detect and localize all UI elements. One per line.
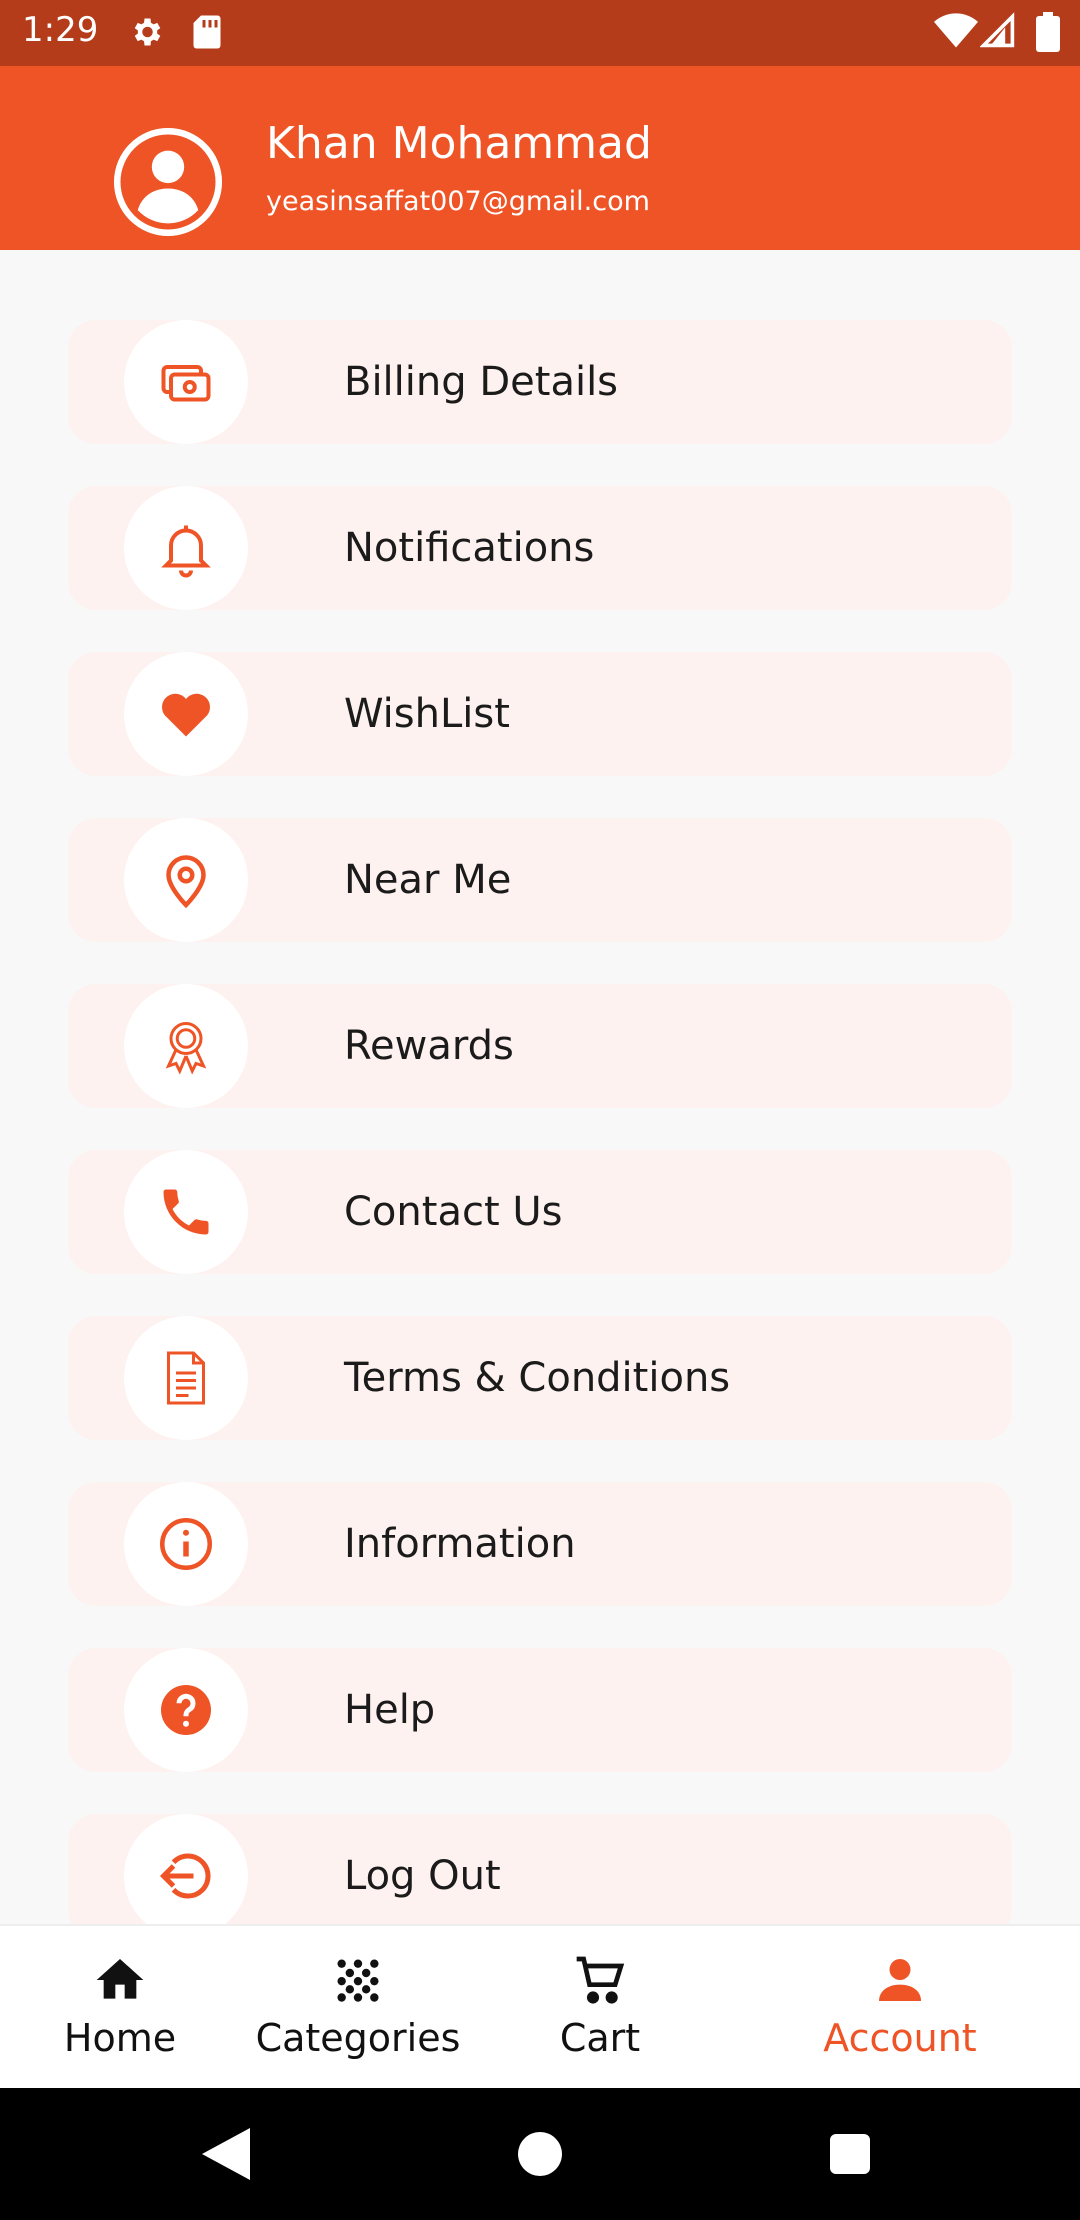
status-time: 1:29 [22,10,99,50]
system-nav-bar [0,2088,1080,2220]
menu-item-label: Billing Details [344,359,619,405]
bottom-nav: Home Categories Cart Account [0,1924,1080,2088]
menu-item-label: Log Out [344,1853,501,1899]
user-name: Khan Mohammad [266,118,652,169]
menu-item-label: WishList [344,691,510,737]
profile-header: Khan Mohammad yeasinsaffat007@gmail.com [0,66,1080,250]
award-ribbon-icon [165,1022,207,1075]
account-screen: 1:29 Khan Mohammad yeasinsaffat007@gmail… [0,0,1080,2220]
menu-item-billing-details[interactable]: Billing Details [68,320,1012,444]
back-icon[interactable] [202,2128,250,2180]
nav-label: Account [823,2016,977,2060]
menu-item-information[interactable]: Information [68,1482,1012,1606]
wifi-icon [934,13,978,48]
logout-icon [159,1853,211,1899]
home-circle-icon[interactable] [518,2132,562,2176]
menu-item-wishlist[interactable]: WishList [68,652,1012,776]
nav-item-cart[interactable]: Cart [520,1926,680,2090]
bell-icon [161,525,211,578]
document-icon [167,1351,205,1405]
menu-item-help[interactable]: Help [68,1648,1012,1772]
money-icon [161,365,211,402]
status-bar: 1:29 [0,0,1080,66]
menu-item-label: Information [344,1521,576,1567]
home-icon [96,1959,144,1999]
nav-item-home[interactable]: Home [40,1926,200,2090]
account-menu: Billing Details Notifications WishList N… [0,250,1080,1924]
avatar[interactable] [114,128,222,236]
menu-item-contact-us[interactable]: Contact Us [68,1150,1012,1274]
nav-label: Cart [559,2016,641,2060]
menu-item-rewards[interactable]: Rewards [68,984,1012,1108]
account-icon [879,1959,921,2001]
menu-item-notifications[interactable]: Notifications [68,486,1012,610]
recent-apps-icon[interactable] [830,2134,870,2174]
menu-item-label: Rewards [344,1023,514,1069]
gear-icon [134,18,161,46]
signal-icon [980,12,1015,48]
battery-icon [1036,12,1060,52]
menu-item-label: Terms & Conditions [344,1355,731,1401]
info-icon [160,1518,212,1570]
nav-item-categories[interactable]: Categories [240,1926,476,2090]
menu-item-label: Notifications [344,525,595,571]
nav-label: Categories [255,2016,461,2060]
nav-item-account[interactable]: Account [790,1926,1010,2090]
menu-item-near-me[interactable]: Near Me [68,818,1012,942]
menu-item-log-out[interactable]: Log Out [68,1814,1012,1924]
menu-item-label: Contact Us [344,1189,563,1235]
menu-item-terms-conditions[interactable]: Terms & Conditions [68,1316,1012,1440]
user-avatar-icon [114,128,222,236]
cart-icon [576,1956,625,2004]
categories-icon [337,1959,379,2002]
phone-icon [163,1189,209,1235]
location-pin-icon [166,855,206,909]
question-icon [161,1685,211,1735]
user-email: yeasinsaffat007@gmail.com [266,186,650,217]
heart-icon [161,693,211,737]
sd-card-icon [193,15,221,49]
menu-item-label: Near Me [344,857,512,903]
nav-label: Home [63,2016,177,2060]
menu-item-label: Help [344,1687,436,1733]
